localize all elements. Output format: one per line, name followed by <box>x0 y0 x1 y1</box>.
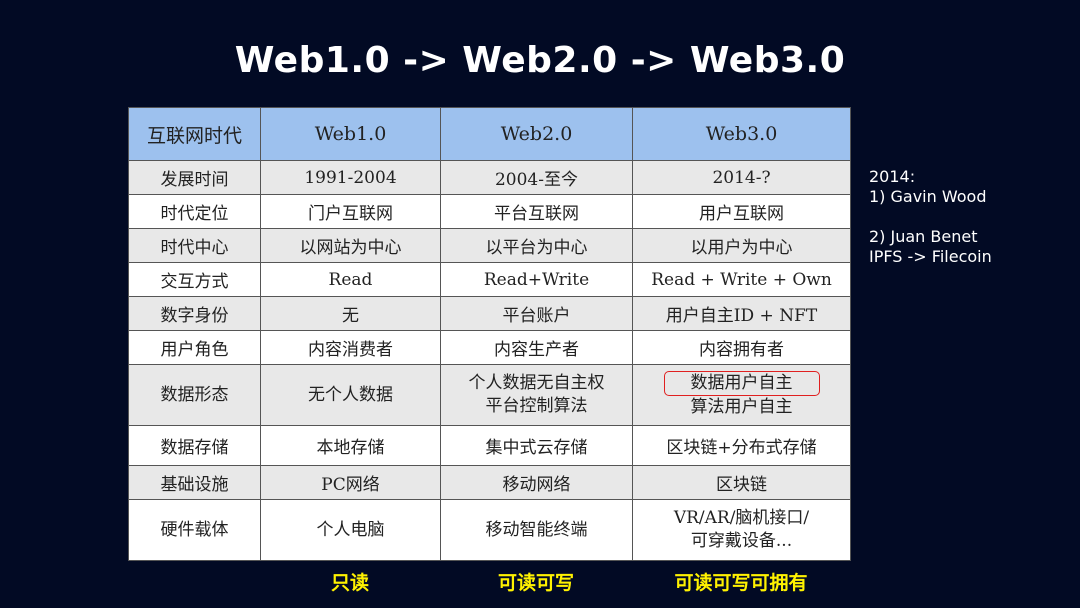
cell: 用户自主ID + NFT <box>632 296 851 331</box>
table-row: 时代中心 以网站为中心 以平台为中心 以用户为中心 <box>128 228 851 263</box>
cell: 2014-? <box>632 160 851 195</box>
cell: 以网站为中心 <box>260 228 441 263</box>
cell: 门户互联网 <box>260 194 441 229</box>
cell: 2004-至今 <box>440 160 633 195</box>
row-label: 基础设施 <box>128 465 261 500</box>
cell: 区块链+分布式存储 <box>632 425 851 466</box>
cell: 本地存储 <box>260 425 441 466</box>
cell: 平台互联网 <box>440 194 633 229</box>
table-row: 数据存储 本地存储 集中式云存储 区块链+分布式存储 <box>128 425 851 466</box>
mode-label-web1: 只读 <box>330 572 369 594</box>
cell: 用户互联网 <box>632 194 851 229</box>
cell: 以平台为中心 <box>440 228 633 263</box>
side-note: 2014: 1) Gavin Wood 2) Juan Benet IPFS -> F… <box>869 167 992 267</box>
note-line: 2) Juan Benet <box>869 227 978 246</box>
table-row: 时代定位 门户互联网 平台互联网 用户互联网 <box>128 194 851 229</box>
cell-line: VR/AR/脑机接口/ <box>673 508 810 528</box>
row-label: 硬件载体 <box>128 499 261 561</box>
row-label: 用户角色 <box>128 330 261 365</box>
table-row: 交互方式 Read Read+Write Read + Write + Own <box>128 262 851 297</box>
cell: 区块链 <box>632 465 851 500</box>
row-label: 数据存储 <box>128 425 261 466</box>
note-line: IPFS -> Filecoin <box>869 247 992 266</box>
table-row: 基础设施 PC网络 移动网络 区块链 <box>128 465 851 500</box>
table-row: 用户角色 内容消费者 内容生产者 内容拥有者 <box>128 330 851 365</box>
cell: 内容消费者 <box>260 330 441 365</box>
cell: 移动智能终端 <box>440 499 633 561</box>
comparison-table: 互联网时代 Web1.0 Web2.0 Web3.0 发展时间 1991-200… <box>128 107 851 561</box>
cell: Read + Write + Own <box>632 262 851 297</box>
row-label: 时代定位 <box>128 194 261 229</box>
cell: 内容拥有者 <box>632 330 851 365</box>
cell: PC网络 <box>260 465 441 500</box>
header-web3: Web3.0 <box>632 107 851 161</box>
highlight-box: 数据用户自主 <box>663 371 820 396</box>
header-web1: Web1.0 <box>260 107 441 161</box>
header-era: 互联网时代 <box>128 107 261 161</box>
cell: 以用户为中心 <box>632 228 851 263</box>
cell: 集中式云存储 <box>440 425 633 466</box>
table-header-row: 互联网时代 Web1.0 Web2.0 Web3.0 <box>128 107 851 161</box>
cell: Read+Write <box>440 262 633 297</box>
header-web2: Web2.0 <box>440 107 633 161</box>
table-row: 数据形态 无个人数据 个人数据无自主权 平台控制算法 数据用户自主 算法用户自主 <box>128 364 851 426</box>
note-line: 1) Gavin Wood <box>869 187 987 206</box>
cell: 1991-2004 <box>260 160 441 195</box>
cell: 个人数据无自主权 平台控制算法 <box>440 364 633 426</box>
cell: Read <box>260 262 441 297</box>
row-label: 发展时间 <box>128 160 261 195</box>
cell: 移动网络 <box>440 465 633 500</box>
cell: VR/AR/脑机接口/ 可穿戴设备... <box>632 499 851 561</box>
row-label: 数据形态 <box>128 364 261 426</box>
cell-line: 算法用户自主 <box>690 397 793 417</box>
slide-title: Web1.0 -> Web2.0 -> Web3.0 <box>234 40 846 81</box>
table-row: 硬件载体 个人电脑 移动智能终端 VR/AR/脑机接口/ 可穿戴设备... <box>128 499 851 561</box>
cell: 平台账户 <box>440 296 633 331</box>
mode-label-web3: 可读可写可拥有 <box>674 572 808 594</box>
cell: 个人电脑 <box>260 499 441 561</box>
mode-label-web2: 可读可写 <box>497 572 574 594</box>
cell: 内容生产者 <box>440 330 633 365</box>
cell: 数据用户自主 算法用户自主 <box>632 364 851 426</box>
row-label: 数字身份 <box>128 296 261 331</box>
cell-line: 个人数据无自主权 <box>468 373 605 393</box>
row-label: 交互方式 <box>128 262 261 297</box>
note-line: 2014: <box>869 167 916 186</box>
row-label: 时代中心 <box>128 228 261 263</box>
cell-line: 可穿戴设备... <box>690 531 793 551</box>
cell: 无 <box>260 296 441 331</box>
cell-line: 平台控制算法 <box>485 396 588 416</box>
table-row: 数字身份 无 平台账户 用户自主ID + NFT <box>128 296 851 331</box>
table-row: 发展时间 1991-2004 2004-至今 2014-? <box>128 160 851 195</box>
cell: 无个人数据 <box>260 364 441 426</box>
